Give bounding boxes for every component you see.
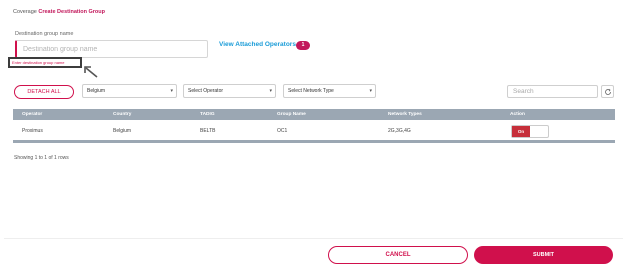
search-input[interactable] xyxy=(507,85,598,98)
column-header-country[interactable]: Country xyxy=(113,109,131,120)
column-header-action: Action xyxy=(510,112,525,117)
view-attached-operators-link[interactable]: View Attached Operators xyxy=(219,41,296,48)
cell-country: Belgium xyxy=(113,128,132,134)
validation-error-message: Enter destination group name xyxy=(12,60,65,65)
cell-tadig: BELTB xyxy=(200,128,216,134)
chevron-down-icon: ▾ xyxy=(369,88,372,94)
operator-select[interactable]: Select Operator ▾ xyxy=(183,84,276,98)
table-row: Proximus Belgium BELTB OC1 2G,3G,4G On xyxy=(13,120,615,143)
chevron-down-icon: ▾ xyxy=(269,88,272,94)
destination-group-label: Destination group name xyxy=(15,31,74,37)
table-header: Operator Country TADIG Group Name Networ… xyxy=(13,109,615,120)
column-header-group-name[interactable]: Group Name xyxy=(277,109,306,120)
toggle-on-label: On xyxy=(512,126,530,137)
operator-select-value: Select Operator xyxy=(188,88,224,94)
refresh-icon xyxy=(605,88,611,95)
detach-all-button[interactable]: DETACH ALL xyxy=(14,85,74,99)
cancel-button[interactable]: CANCEL xyxy=(328,246,468,264)
chevron-down-icon: ▾ xyxy=(170,88,173,94)
destination-group-name-input[interactable] xyxy=(15,40,208,58)
column-header-tadig[interactable]: TADIG xyxy=(200,109,215,120)
breadcrumb: Coverage Create Destination Group xyxy=(13,9,105,15)
footer-divider xyxy=(4,238,623,239)
column-header-network-types[interactable]: Network Types xyxy=(388,109,422,120)
breadcrumb-parent[interactable]: Coverage xyxy=(13,9,37,15)
cell-network-types: 2G,3G,4G xyxy=(388,128,411,134)
refresh-button[interactable] xyxy=(601,85,614,98)
pagination-summary: Showing 1 to 1 of 1 rows xyxy=(14,155,69,161)
column-header-operator[interactable]: Operator xyxy=(22,109,42,120)
network-type-select-value: Select Network Type xyxy=(288,88,334,94)
country-select-value: Belgium xyxy=(87,88,106,94)
attached-count-badge: 1 xyxy=(296,41,310,50)
network-type-select[interactable]: Select Network Type ▾ xyxy=(283,84,376,98)
action-toggle[interactable]: On xyxy=(511,125,549,138)
country-select[interactable]: Belgium ▾ xyxy=(82,84,177,98)
arrow-icon xyxy=(84,66,98,78)
cell-group-name: OC1 xyxy=(277,128,288,134)
breadcrumb-current: Create Destination Group xyxy=(38,9,106,15)
submit-button[interactable]: SUBMIT xyxy=(474,246,613,264)
cell-operator: Proximus xyxy=(22,128,43,134)
